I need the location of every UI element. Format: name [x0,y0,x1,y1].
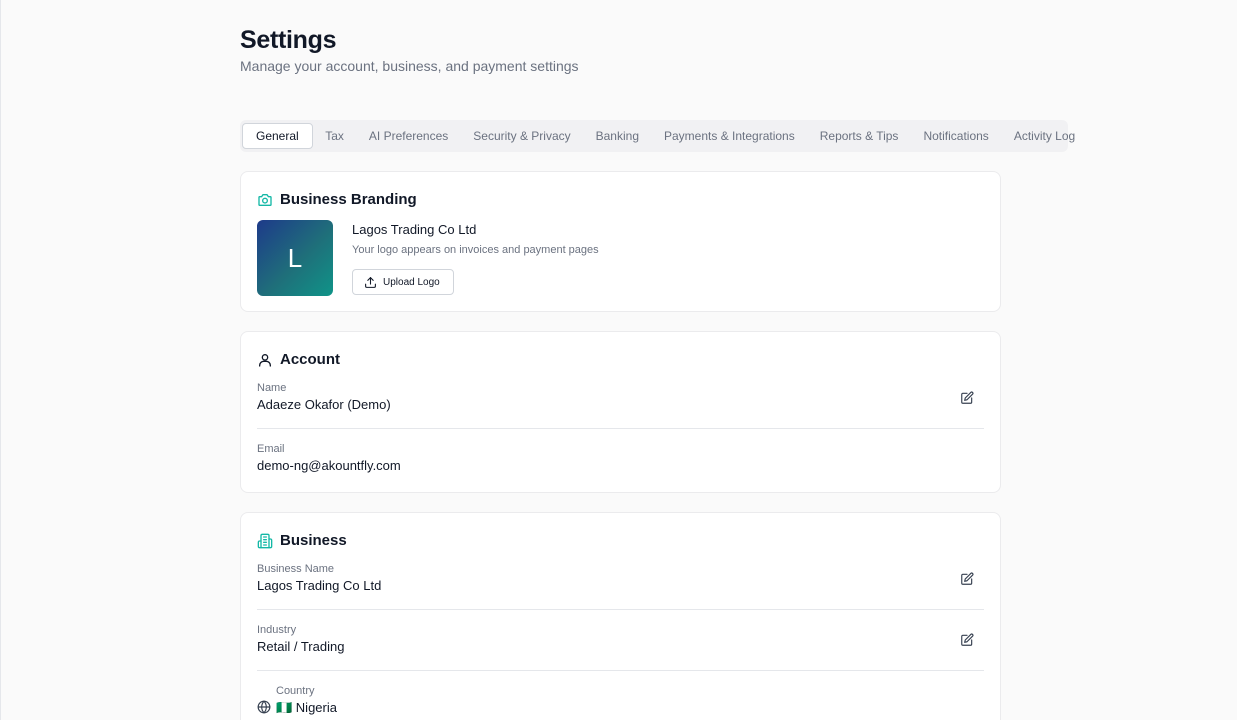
tab-notifications[interactable]: Notifications [911,123,1001,149]
industry-row: Industry Retail / Trading [257,624,984,654]
edit-industry-icon[interactable] [960,633,974,647]
edit-business-name-icon[interactable] [960,572,974,586]
account-header: Account [257,351,340,368]
email-label: Email [257,443,285,455]
user-icon [257,352,273,368]
business-name-row: Business Name Lagos Trading Co Ltd [257,563,984,593]
edit-name-icon[interactable] [960,391,974,405]
tab-reports-tips[interactable]: Reports & Tips [807,123,911,149]
tab-security-privacy[interactable]: Security & Privacy [461,123,583,149]
email-value: demo-ng@akountfly.com [257,458,401,473]
industry-value: Retail / Trading [257,639,345,654]
account-card: Account Name Adaeze Okafor (Demo) Email … [240,331,1001,493]
upload-logo-button[interactable]: Upload Logo [352,269,454,295]
name-label: Name [257,382,287,394]
divider [257,609,984,610]
tab-general[interactable]: General [242,123,313,149]
industry-label: Industry [257,624,297,636]
account-email-row: Email demo-ng@akountfly.com [257,443,984,473]
tab-payments-integrations[interactable]: Payments & Integrations [652,123,808,149]
tab-banking[interactable]: Banking [583,123,651,149]
page-subtitle: Manage your account, business, and payme… [240,58,579,74]
business-branding-card: Business Branding L Lagos Trading Co Ltd… [240,171,1001,312]
account-title: Account [280,351,340,368]
tab-ai-preferences[interactable]: AI Preferences [356,123,460,149]
name-value: Adaeze Okafor (Demo) [257,397,391,412]
business-card: Business Business Name Lagos Trading Co … [240,512,1001,720]
country-label: Country [276,685,315,697]
page-title: Settings [240,26,337,54]
business-name-value: Lagos Trading Co Ltd [257,578,382,593]
account-name-row: Name Adaeze Okafor (Demo) [257,382,984,412]
settings-tabs: General Tax AI Preferences Security & Pr… [240,120,1075,152]
business-name-label: Business Name [257,563,335,575]
business-branding-title: Business Branding [280,191,417,208]
tab-tax[interactable]: Tax [313,123,357,149]
tab-activity-log[interactable]: Activity Log [1001,123,1087,149]
business-logo: L [257,220,333,296]
country-value: 🇳🇬 Nigeria [276,700,337,715]
divider [257,428,984,429]
business-title: Business [280,532,347,549]
building-icon [257,533,273,549]
globe-icon [257,700,271,719]
business-header: Business [257,532,347,549]
camera-icon [257,192,273,208]
business-branding-header: Business Branding [257,191,417,208]
logo-description: Your logo appears on invoices and paymen… [352,244,599,256]
country-row: Country 🇳🇬 Nigeria [276,685,1003,716]
brand-business-name: Lagos Trading Co Ltd [352,222,477,237]
upload-logo-label: Upload Logo [383,276,440,288]
divider [257,670,984,671]
upload-icon [364,276,377,289]
